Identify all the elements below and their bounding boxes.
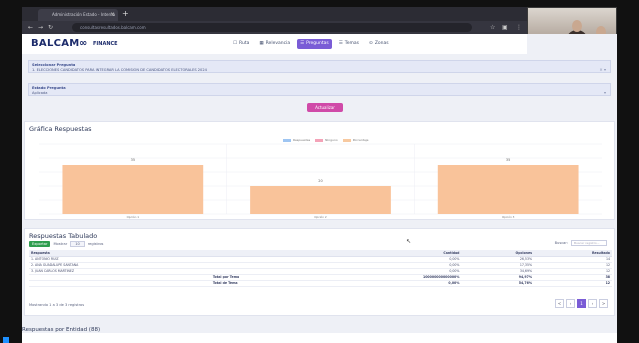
table-total-row: Total de Tema 0,00% 54,76% 12 — [29, 280, 612, 287]
forward-icon[interactable]: → — [38, 23, 43, 32]
search-input[interactable]: Buscar registro... — [571, 240, 607, 246]
status-select-value: Aplicada — [32, 91, 48, 95]
menu-item-icon: ☰ — [338, 41, 343, 46]
chart-bar — [250, 186, 391, 214]
chart-category-label: Opción 2 — [314, 215, 327, 219]
menu-item-4[interactable]: ⊙ Zonas — [366, 39, 392, 49]
taskbar-indicator — [3, 337, 9, 343]
page-nav-button[interactable]: ‹ — [566, 299, 575, 308]
menu-item-label: Ruta — [239, 41, 250, 46]
star-icon[interactable]: ☆ — [490, 23, 495, 32]
update-button[interactable]: Actualizar — [307, 103, 343, 112]
pagination: < ‹ 1 › > — [555, 299, 608, 308]
bar-chart: 35 Opción 1 20 Opción 2 35 Opción 3 — [39, 143, 602, 219]
app-logo[interactable]: BALCAM — [31, 38, 80, 49]
chevron-down-icon[interactable]: ▾ — [604, 90, 606, 95]
page-size-select[interactable]: 10 — [70, 241, 85, 247]
chart-category-label: Opción 3 — [502, 215, 515, 219]
mouse-cursor-icon: ↖ — [406, 238, 412, 245]
close-icon[interactable]: × — [110, 9, 115, 21]
menu-item-label: Preguntas — [306, 41, 329, 46]
page-nav-button[interactable]: < — [555, 299, 564, 308]
menu-item-label: Temas — [344, 41, 360, 46]
bottom-card — [22, 333, 617, 343]
table-cell: 0,00% — [318, 280, 462, 287]
extensions-icon[interactable]: ▣ — [502, 23, 508, 32]
page-nav-button[interactable]: > — [599, 299, 608, 308]
question-select[interactable]: Seleccionar Pregunta 1. ELECCIONES CANDI… — [28, 60, 611, 73]
question-select-label: Seleccionar Pregunta — [32, 63, 76, 67]
entries-label: registros — [87, 242, 104, 246]
chart-category-label: Opción 1 — [127, 215, 140, 219]
web-page: BALCAM ∞ FINANCE ☐ Ruta ▦ Relevancia ☰ Pregun… — [22, 34, 617, 343]
results-table: Respuesta Cantidad Opciones Resultado 1. AN… — [29, 250, 612, 287]
table-body: 1. ANTONIO RUIZ 0,00% 26,53% 14 2. ANA GUADA… — [29, 256, 612, 287]
menu-item-0[interactable]: ☐ Ruta — [230, 39, 252, 49]
entity-section-title: Respuestas por Entidad (88) — [22, 327, 101, 333]
chart-data-label: 20 — [318, 179, 322, 183]
logo-suffix: FINANCE — [93, 41, 118, 47]
menu-item-label: Relevancia — [265, 41, 291, 46]
page-nav-button[interactable]: › — [588, 299, 597, 308]
url-input[interactable]: consultasresultados.balcam.com — [72, 23, 472, 32]
screen: Administración Estado - Interna × + ← → … — [0, 0, 639, 343]
table-cell: 12 — [534, 280, 612, 287]
menu-item-2[interactable]: ☰ Preguntas — [297, 39, 332, 49]
new-tab-button[interactable]: + — [122, 8, 129, 20]
menu-item-icon: ☐ — [233, 41, 238, 46]
clear-icon[interactable]: × ▾ — [599, 67, 606, 72]
browser-tab[interactable]: Administración Estado - Interna × — [38, 9, 118, 21]
tab-title: Administración Estado - Interna — [52, 12, 116, 17]
reload-icon[interactable]: ↻ — [48, 23, 53, 32]
browser-toolbar: ← → ↻ consultasresultados.balcam.com ☆ ▣… — [22, 21, 527, 34]
menu-item-3[interactable]: ☰ Temas — [336, 39, 362, 49]
main-menu: ☐ Ruta ▦ Relevancia ☰ Preguntas ☰ Temas ⊙ Zonas — [230, 39, 392, 49]
search-label: Buscar: — [554, 241, 568, 245]
question-select-value: 1. ELECCIONES CANDIDATOS PARA INTEGRAR L… — [32, 68, 207, 72]
chart-card: Gráfica Respuestas Respuestas Ninguno Porc… — [24, 121, 615, 220]
update-button-label: Actualizar — [315, 105, 335, 110]
chart-bar — [437, 165, 579, 214]
chart-bar — [62, 165, 204, 214]
chart-data-label: 35 — [131, 158, 135, 162]
menu-item-icon: ▦ — [259, 41, 264, 46]
menu-item-icon: ⊙ — [369, 41, 373, 46]
pagination-info: Mostrando 1 a 3 de 3 registros — [29, 303, 85, 307]
app-header: BALCAM ∞ FINANCE ☐ Ruta ▦ Relevancia ☰ Pregun… — [22, 34, 527, 54]
menu-item-1[interactable]: ▦ Relevancia — [256, 39, 293, 49]
page-number-button[interactable]: 1 — [577, 299, 586, 308]
table-card: Respuestas Tabulado Exportar Mostrar 10 … — [24, 228, 615, 316]
show-label: Mostrar — [53, 242, 68, 246]
table-search: Buscar: Buscar registro... — [555, 240, 607, 246]
table-cell: Total de Tema — [210, 280, 319, 287]
back-icon[interactable]: ← — [28, 23, 33, 32]
infinity-logo-icon: ∞ — [79, 38, 88, 49]
browser-tab-bar: Administración Estado - Interna × + — [22, 7, 527, 21]
table-toolbar: Exportar Mostrar 10 registros — [29, 241, 103, 247]
export-excel-button[interactable]: Exportar — [29, 241, 51, 247]
table-title: Respuestas Tabulado — [29, 232, 98, 240]
table-cell — [29, 280, 211, 287]
menu-item-label: Zonas — [374, 41, 389, 46]
table-cell: 54,76% — [461, 280, 535, 287]
chart-data-label: 35 — [506, 158, 510, 162]
status-select[interactable]: Estado Pregunta Aplicada ▾ — [28, 83, 611, 96]
menu-icon[interactable]: ⋮ — [516, 23, 522, 32]
status-select-label: Estado Pregunta — [32, 86, 66, 90]
menu-item-icon: ☰ — [300, 41, 305, 46]
webcam-person-head — [572, 20, 582, 32]
